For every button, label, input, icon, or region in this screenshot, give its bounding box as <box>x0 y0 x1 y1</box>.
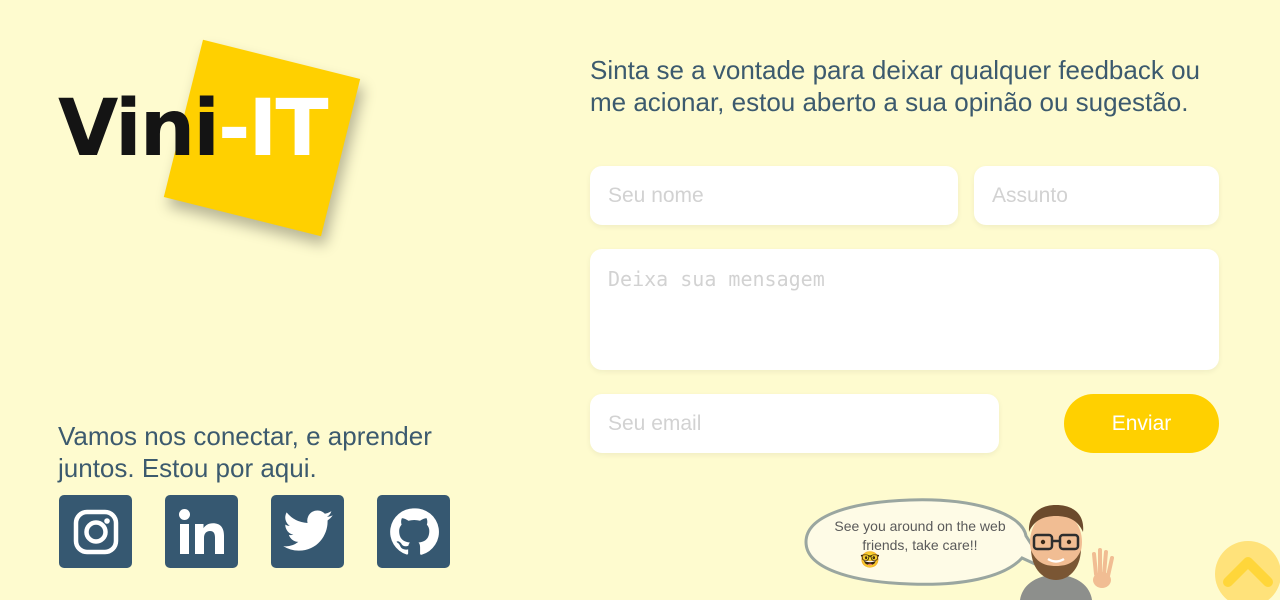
back-to-top-button[interactable] <box>1214 540 1280 600</box>
instagram-link[interactable] <box>59 495 132 568</box>
logo-text-part1: Vini <box>58 84 220 174</box>
nerd-emoji: 🤓 <box>860 550 880 569</box>
github-icon <box>389 507 439 555</box>
logo: Vini-IT <box>56 39 376 240</box>
email-input[interactable] <box>590 394 999 453</box>
farewell-text: See you around on the web friends, take … <box>834 518 1006 553</box>
send-button[interactable]: Enviar <box>1064 394 1219 453</box>
twitter-icon <box>282 509 333 551</box>
message-textarea[interactable] <box>590 249 1219 370</box>
subject-input[interactable] <box>974 166 1219 225</box>
linkedin-link[interactable] <box>165 495 238 568</box>
connect-text: Vamos nos conectar, e aprender juntos. E… <box>58 421 432 483</box>
github-link[interactable] <box>377 495 450 568</box>
form-intro-text: Sinta se a vontade para deixar qualquer … <box>590 55 1200 117</box>
linkedin-icon <box>178 508 224 554</box>
name-input[interactable] <box>590 166 958 225</box>
twitter-link[interactable] <box>271 495 344 568</box>
farewell-bubble: See you around on the web friends, take … <box>800 496 1120 600</box>
logo-text-part2: -IT <box>218 84 329 174</box>
instagram-icon <box>73 509 118 554</box>
logo-text: Vini-IT <box>58 90 329 168</box>
chevron-up-icon <box>1215 541 1280 600</box>
social-links <box>59 495 450 568</box>
